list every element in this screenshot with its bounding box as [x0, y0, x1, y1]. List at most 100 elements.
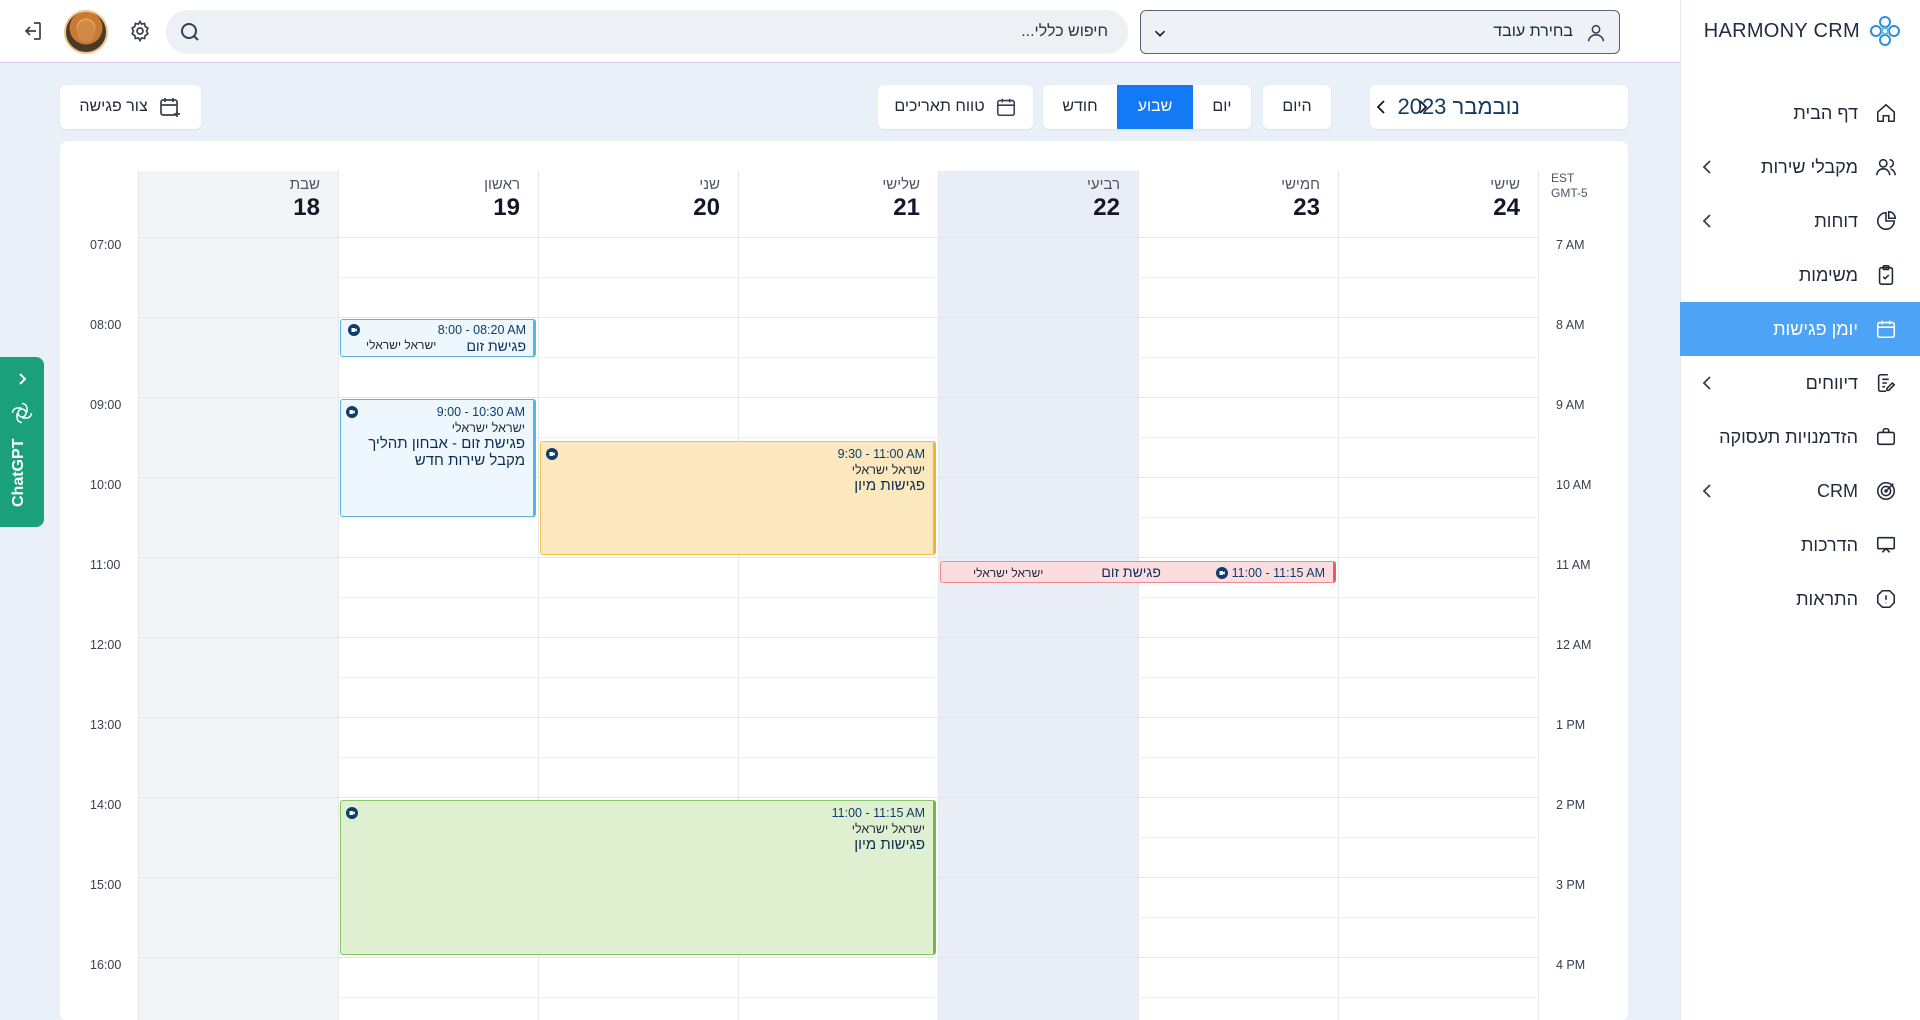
chevron-right-icon [19, 373, 27, 385]
sidebar-item-label: CRM [1817, 480, 1858, 501]
grid-line [138, 797, 1538, 798]
gear-icon[interactable] [128, 19, 152, 43]
view-day-button[interactable]: יום [1193, 85, 1251, 129]
avatar[interactable] [64, 10, 108, 54]
today-button[interactable]: היום [1263, 85, 1331, 129]
sidebar-item-trainings[interactable]: הדרכות [1680, 518, 1920, 572]
day-name: שבת [289, 176, 320, 193]
sidebar-item-reporting[interactable]: דיווחים [1680, 356, 1920, 410]
grid-line [138, 957, 1538, 958]
create-meeting-button[interactable]: צור פגישה [60, 85, 201, 129]
calendar-event[interactable]: 9:00 - 10:30 AM ישראל ישראלי פגישת זום -… [340, 399, 536, 517]
grid-line [138, 597, 1538, 598]
event-time: 11:00 - 11:15 AM [831, 806, 925, 820]
harmony-logo-icon [1870, 16, 1900, 46]
grid-line [138, 317, 1538, 318]
logout-icon[interactable] [20, 19, 44, 43]
time-label: 12 AM [1556, 638, 1592, 652]
calendar-event[interactable]: 11:00 - 11:15 AM ישראל ישראלי פגישות מיו… [340, 800, 936, 955]
day-header-tuesday[interactable]: שלישי 21 [738, 176, 938, 226]
grid-line [138, 357, 1538, 358]
day-header-monday[interactable]: שני 20 [538, 176, 738, 226]
day-header-saturday[interactable]: שבת 18 [138, 176, 338, 226]
sidebar-item-crm[interactable]: CRM [1680, 464, 1920, 518]
time-label: 08:00 [90, 318, 122, 332]
time-label: 16:00 [90, 958, 122, 972]
time-label: 7 AM [1556, 238, 1585, 252]
grid-line [138, 397, 1538, 398]
grid-line [138, 557, 1538, 558]
timezone-abbr: EST [1551, 171, 1575, 185]
day-name: שלישי [882, 176, 920, 193]
chatgpt-side-tab[interactable]: ChatGPT [0, 357, 44, 527]
timezone-label: EST GMT-5 [1551, 171, 1588, 201]
sidebar: HARMONY CRM דף הבית מקבלי שירות דוחות מש… [1680, 0, 1920, 1020]
chevron-left-icon [1702, 160, 1711, 174]
time-label: 1 PM [1556, 718, 1586, 732]
sidebar-item-tasks[interactable]: משימות [1680, 248, 1920, 302]
search-icon[interactable] [178, 20, 202, 44]
time-label: 11 AM [1556, 558, 1591, 572]
day-header-sunday[interactable]: ראשון 19 [338, 176, 538, 226]
day-name: חמישי [1281, 176, 1320, 193]
day-name: ראשון [484, 176, 520, 193]
sidebar-item-reports[interactable]: דוחות [1680, 194, 1920, 248]
search-input[interactable] [228, 10, 1108, 54]
sidebar-item-job-opportunities[interactable]: הזדמנויות תעסוקה [1680, 410, 1920, 464]
event-person: ישראל ישראלי [451, 421, 525, 435]
employee-select[interactable]: בחירת עובד [1140, 10, 1620, 54]
time-label: 09:00 [90, 398, 122, 412]
event-time: 9:30 - 11:00 AM [837, 447, 925, 461]
sidebar-item-alerts[interactable]: התראות [1680, 572, 1920, 626]
calendar-event[interactable]: 9:30 - 11:00 AM ישראל ישראלי פגישות מיון [540, 441, 936, 555]
brand[interactable]: HARMONY CRM [1704, 14, 1902, 48]
time-label: 11:00 [90, 558, 121, 572]
day-header-friday[interactable]: שישי 24 [1338, 176, 1538, 226]
grid-line [338, 171, 339, 1020]
time-label: 2 PM [1556, 798, 1586, 812]
sidebar-item-label: יומן פגישות [1773, 318, 1858, 339]
chevron-left-icon[interactable] [1372, 97, 1392, 117]
grid-line [138, 997, 1538, 998]
sidebar-item-label: דף הבית [1793, 102, 1858, 123]
sidebar-nav: דף הבית מקבלי שירות דוחות משימות יומן פג… [1680, 86, 1920, 626]
day-number: 19 [493, 194, 520, 221]
sidebar-item-meetings-calendar[interactable]: יומן פגישות [1680, 302, 1920, 356]
sidebar-item-service-recipients[interactable]: מקבלי שירות [1680, 140, 1920, 194]
alert-icon [1874, 587, 1898, 611]
event-title: פגישת זום - אבחון תהליך מקבל שירות חדש [368, 435, 525, 469]
calendar-event[interactable]: פגישת זום ישראל ישראלי 11:00 - 11:15 AM [940, 561, 1336, 583]
day-number: 24 [1493, 194, 1520, 221]
video-call-icon [1215, 566, 1228, 579]
clipboard-check-icon [1874, 263, 1898, 287]
presentation-icon [1874, 533, 1898, 557]
event-time: 9:00 - 10:30 AM [436, 405, 525, 419]
video-call-icon [546, 448, 558, 460]
time-label: 10 AM [1556, 478, 1592, 492]
event-title: פגישת זום [466, 338, 526, 354]
view-month-button[interactable]: חודש [1043, 85, 1117, 129]
day-header-thursday[interactable]: חמישי 23 [1138, 176, 1338, 226]
day-number: 18 [293, 194, 320, 221]
grid-line [138, 757, 1538, 758]
grid-line [938, 171, 939, 1020]
day-number: 20 [693, 194, 720, 221]
event-person: ישראל ישראלי [973, 565, 1044, 580]
view-week-button[interactable]: שבוע [1117, 85, 1193, 129]
time-label: 4 PM [1556, 958, 1586, 972]
week-calendar: שישי 24 חמישי 23 רביעי 22 שלישי 21 שני 2… [60, 141, 1628, 1020]
column-bg-saturday [138, 171, 338, 1020]
sidebar-item-home[interactable]: דף הבית [1680, 86, 1920, 140]
users-icon [1874, 155, 1898, 179]
calendar-plus-icon [159, 98, 180, 117]
employee-select-value: בחירת עובד [1493, 23, 1573, 40]
calendar-icon [1874, 317, 1898, 341]
date-range-button[interactable]: טווח תאריכים [878, 85, 1033, 129]
event-person: ישראל ישראלי [366, 338, 437, 352]
calendar-event[interactable]: 8:00 - 08:20 AM פגישת זום ישראל ישראלי [340, 319, 536, 357]
day-header-wednesday[interactable]: רביעי 22 [938, 176, 1138, 226]
chatgpt-logo-icon [11, 402, 33, 424]
event-time: 11:00 - 11:15 AM [1231, 565, 1325, 580]
sidebar-item-label: הזדמנויות תעסוקה [1719, 426, 1858, 447]
chevron-left-icon [1702, 214, 1711, 228]
